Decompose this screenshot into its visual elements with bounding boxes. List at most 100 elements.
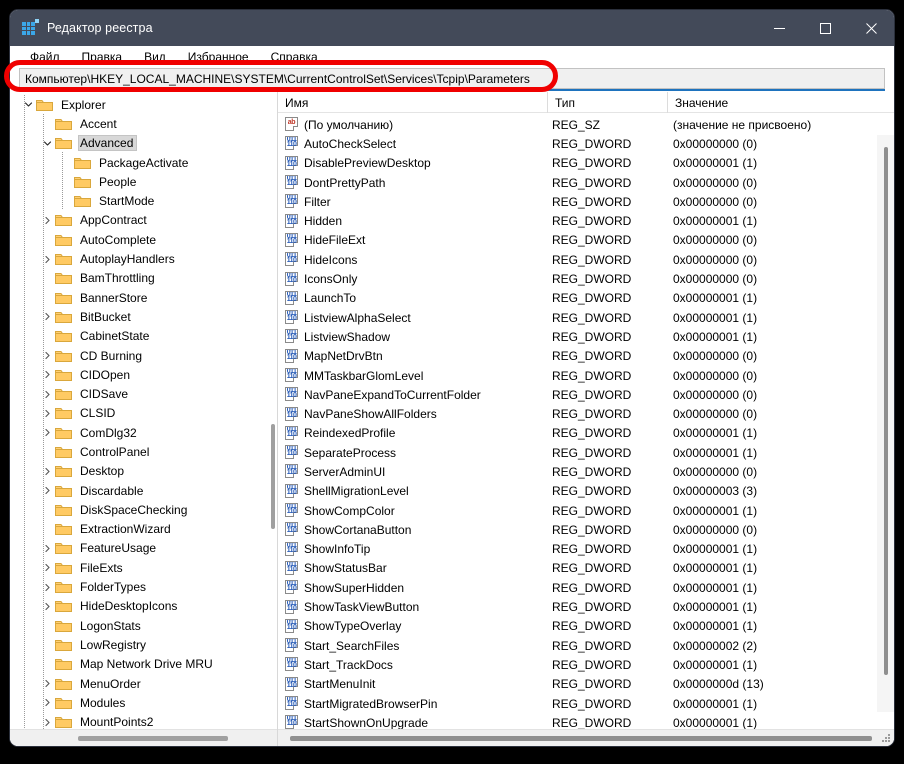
tree-node[interactable]: MenuOrder [10,674,277,693]
registry-value-row[interactable]: 011 110 HideIcons REG_DWORD 0x00000000 (0) [278,250,894,269]
registry-value-row[interactable]: 011 110 LaunchTo REG_DWORD 0x00000001 (1) [278,289,894,308]
registry-value-row[interactable]: 011 110 Start_TrackDocs REG_DWORD 0x00000001… [278,655,894,674]
registry-value-row[interactable]: 011 110 ShowCompColor REG_DWORD 0x00000001 (… [278,501,894,520]
tree-node[interactable]: AutoplayHandlers [10,249,277,268]
chevron-down-icon[interactable] [39,139,55,148]
tree-node[interactable]: FeatureUsage [10,539,277,558]
chevron-right-icon[interactable] [39,255,55,264]
column-header-value[interactable]: Значение [668,92,894,113]
tree-node[interactable]: ExtractionWizard [10,520,277,539]
tree-node[interactable]: FileExts [10,558,277,577]
chevron-right-icon[interactable] [39,370,55,379]
registry-value-row[interactable]: 011 110 ShowTaskViewButton REG_DWORD 0x00000… [278,597,894,616]
tree-node[interactable]: DiskSpaceChecking [10,500,277,519]
registry-value-row[interactable]: 011 110 NavPaneExpandToCurrentFolder REG_DW… [278,385,894,404]
list-hscroll-thumb[interactable] [290,736,872,741]
chevron-right-icon[interactable] [39,718,55,727]
maximize-button[interactable] [802,10,848,46]
tree-node[interactable]: Accent [10,114,277,133]
tree-node[interactable]: ControlPanel [10,442,277,461]
menu-item-help[interactable]: Справка [271,50,318,64]
tree-hscroll-thumb[interactable] [78,736,228,741]
registry-value-row[interactable]: 011 110 NavPaneShowAllFolders REG_DWORD 0x00… [278,404,894,423]
tree-node[interactable]: StartMode [10,191,277,210]
menu-item-view[interactable]: Вид [144,50,166,64]
registry-value-row[interactable]: 011 110 ShowSuperHidden REG_DWORD 0x00000001… [278,578,894,597]
registry-value-row[interactable]: 011 110 Hidden REG_DWORD 0x00000001 (1) [278,211,894,230]
registry-value-row[interactable]: 011 110 DisablePreviewDesktop REG_DWORD 0x00… [278,154,894,173]
minimize-button[interactable] [756,10,802,46]
resize-grip[interactable] [882,734,891,743]
tree-horizontal-scrollbar[interactable] [10,729,277,746]
tree-vertical-scrollbar[interactable] [271,424,275,529]
tree-node[interactable]: CIDSave [10,384,277,403]
tree-scroll-area[interactable]: Explorer Accent Advanced PackageActivate Peo… [10,92,277,729]
tree-node[interactable]: People [10,172,277,191]
tree-node[interactable]: BitBucket [10,307,277,326]
chevron-right-icon[interactable] [39,679,55,688]
address-bar[interactable]: Компьютер\HKEY_LOCAL_MACHINE\SYSTEM\Curr… [19,68,885,89]
column-header-name[interactable]: Имя [278,92,548,113]
registry-value-row[interactable]: ab (По умолчанию) REG_SZ (значение не присв… [278,115,894,134]
chevron-right-icon[interactable] [39,698,55,707]
menu-item-favorites[interactable]: Избранное [188,50,249,64]
tree-node[interactable]: Modules [10,693,277,712]
tree-node[interactable]: CabinetState [10,327,277,346]
registry-value-row[interactable]: 011 110 IconsOnly REG_DWORD 0x00000000 (0) [278,269,894,288]
chevron-right-icon[interactable] [39,486,55,495]
registry-value-row[interactable]: 011 110 AutoCheckSelect REG_DWORD 0x00000000… [278,134,894,153]
menu-item-edit[interactable]: Правка [82,50,123,64]
registry-value-row[interactable]: 011 110 ListviewAlphaSelect REG_DWORD 0x0000… [278,308,894,327]
registry-values-list[interactable]: ab (По умолчанию) REG_SZ (значение не присв… [278,113,894,729]
chevron-right-icon[interactable] [39,602,55,611]
chevron-right-icon[interactable] [39,583,55,592]
list-vertical-scrollbar[interactable] [877,135,894,712]
tree-node[interactable]: BannerStore [10,288,277,307]
tree-node[interactable]: ComDlg32 [10,423,277,442]
tree-node[interactable]: LogonStats [10,616,277,635]
tree-node[interactable]: CD Burning [10,346,277,365]
list-vscroll-thumb[interactable] [884,147,888,675]
registry-value-row[interactable]: 011 110 StartMenuInit REG_DWORD 0x0000000d (… [278,675,894,694]
registry-value-row[interactable]: 011 110 ReindexedProfile REG_DWORD 0x0000000… [278,424,894,443]
chevron-right-icon[interactable] [39,467,55,476]
chevron-right-icon[interactable] [39,428,55,437]
chevron-down-icon[interactable] [20,100,36,109]
chevron-right-icon[interactable] [39,544,55,553]
tree-node[interactable]: CIDOpen [10,365,277,384]
tree-node[interactable]: AppContract [10,211,277,230]
tree-node[interactable]: FolderTypes [10,577,277,596]
tree-node[interactable]: MountPoints2 [10,713,277,729]
registry-value-row[interactable]: 011 110 Start_SearchFiles REG_DWORD 0x000000… [278,636,894,655]
tree-node[interactable]: Discardable [10,481,277,500]
registry-value-row[interactable]: 011 110 StartShownOnUpgrade REG_DWORD 0x0000… [278,713,894,729]
registry-value-row[interactable]: 011 110 ServerAdminUI REG_DWORD 0x00000000 (… [278,462,894,481]
tree-node[interactable]: LowRegistry [10,635,277,654]
chevron-right-icon[interactable] [39,409,55,418]
registry-value-row[interactable]: 011 110 ShowInfoTip REG_DWORD 0x00000001 (1) [278,540,894,559]
tree-node[interactable]: PackageActivate [10,153,277,172]
tree-node[interactable]: HideDesktopIcons [10,597,277,616]
registry-value-row[interactable]: 011 110 Filter REG_DWORD 0x00000000 (0) [278,192,894,211]
tree-node[interactable]: AutoComplete [10,230,277,249]
column-header-type[interactable]: Тип [548,92,668,113]
registry-value-row[interactable]: 011 110 StartMigratedBrowserPin REG_DWORD 0x… [278,694,894,713]
registry-value-row[interactable]: 011 110 ShowStatusBar REG_DWORD 0x00000001 (… [278,559,894,578]
registry-value-row[interactable]: 011 110 DontPrettyPath REG_DWORD 0x00000000 … [278,173,894,192]
registry-value-row[interactable]: 011 110 ShellMigrationLevel REG_DWORD 0x0000… [278,482,894,501]
registry-value-row[interactable]: 011 110 SeparateProcess REG_DWORD 0x00000001… [278,443,894,462]
registry-value-row[interactable]: 011 110 ShowCortanaButton REG_DWORD 0x000000… [278,520,894,539]
tree-node[interactable]: Explorer [10,95,277,114]
registry-value-row[interactable]: 011 110 MMTaskbarGlomLevel REG_DWORD 0x00000… [278,366,894,385]
chevron-right-icon[interactable] [39,216,55,225]
tree-node[interactable]: Advanced [10,134,277,153]
registry-value-row[interactable]: 011 110 HideFileExt REG_DWORD 0x00000000 (0) [278,231,894,250]
chevron-right-icon[interactable] [39,563,55,572]
tree-node[interactable]: Desktop [10,462,277,481]
chevron-right-icon[interactable] [39,351,55,360]
list-horizontal-scrollbar[interactable] [278,729,894,746]
tree-node[interactable]: CLSID [10,404,277,423]
registry-value-row[interactable]: 011 110 ListviewShadow REG_DWORD 0x00000001 … [278,327,894,346]
tree-node[interactable]: BamThrottling [10,269,277,288]
registry-value-row[interactable]: 011 110 MapNetDrvBtn REG_DWORD 0x00000000 (0… [278,347,894,366]
